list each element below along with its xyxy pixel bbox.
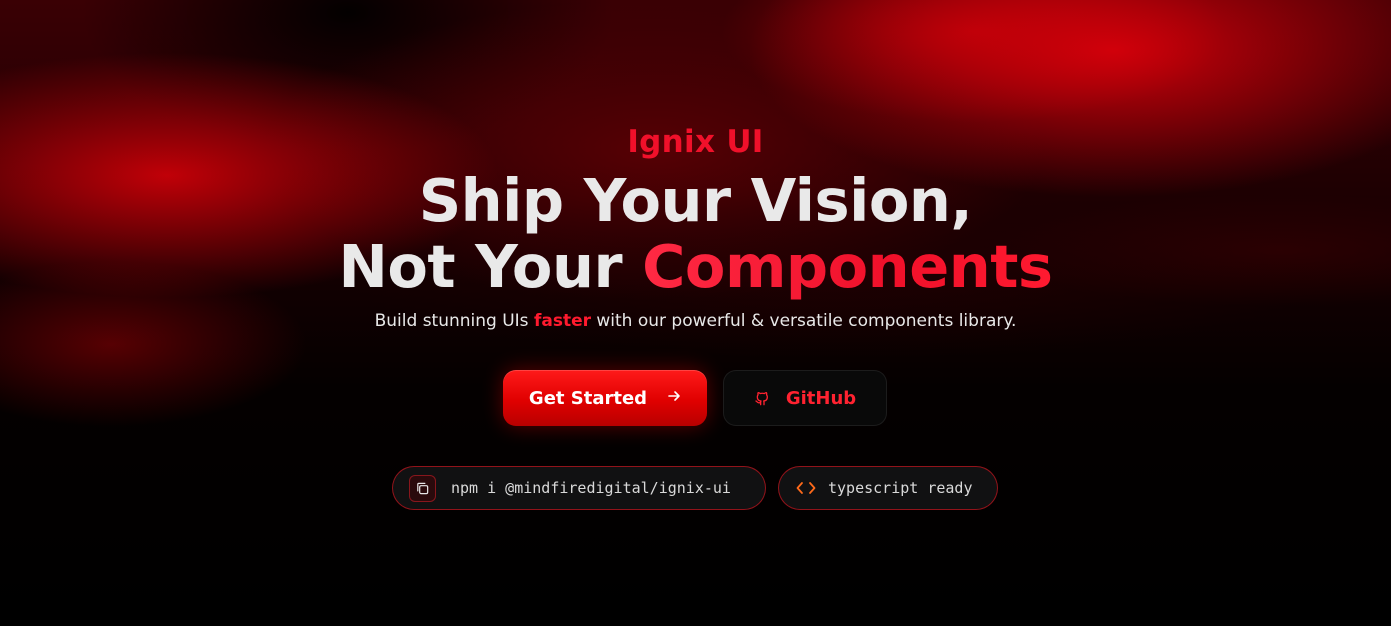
headline-accent-word: Components: [642, 232, 1053, 301]
subtitle-text-after: with our powerful & versatile components…: [596, 311, 1017, 331]
get-started-button[interactable]: Get Started: [503, 370, 707, 426]
install-command-text: npm i @mindfiredigital/ignix-ui: [451, 479, 731, 497]
install-command-pill: npm i @mindfiredigital/ignix-ui: [392, 466, 766, 510]
github-button[interactable]: GitHub: [723, 370, 887, 426]
typescript-ready-text: typescript ready: [828, 479, 973, 497]
code-brackets-icon: [796, 481, 816, 495]
headline-line-2-plain: Not Your: [338, 232, 623, 301]
headline-line-2: Not Your Components: [0, 234, 1391, 300]
typescript-ready-pill: typescript ready: [778, 466, 998, 510]
hero-headline: Ship Your Vision, Not Your Components: [0, 168, 1391, 300]
github-icon: [754, 390, 770, 406]
github-label: GitHub: [785, 387, 857, 409]
arrow-right-icon: [667, 389, 681, 407]
get-started-label: Get Started: [528, 387, 648, 409]
copy-icon[interactable]: [409, 474, 436, 502]
subtitle-text-before: Build stunning UIs: [374, 311, 529, 331]
subtitle-highlight: faster: [533, 311, 591, 331]
hero-subtitle: Build stunning UIs faster with our power…: [0, 311, 1391, 331]
brand-name: Ignix UI: [627, 124, 764, 160]
headline-line-1: Ship Your Vision,: [418, 166, 973, 235]
